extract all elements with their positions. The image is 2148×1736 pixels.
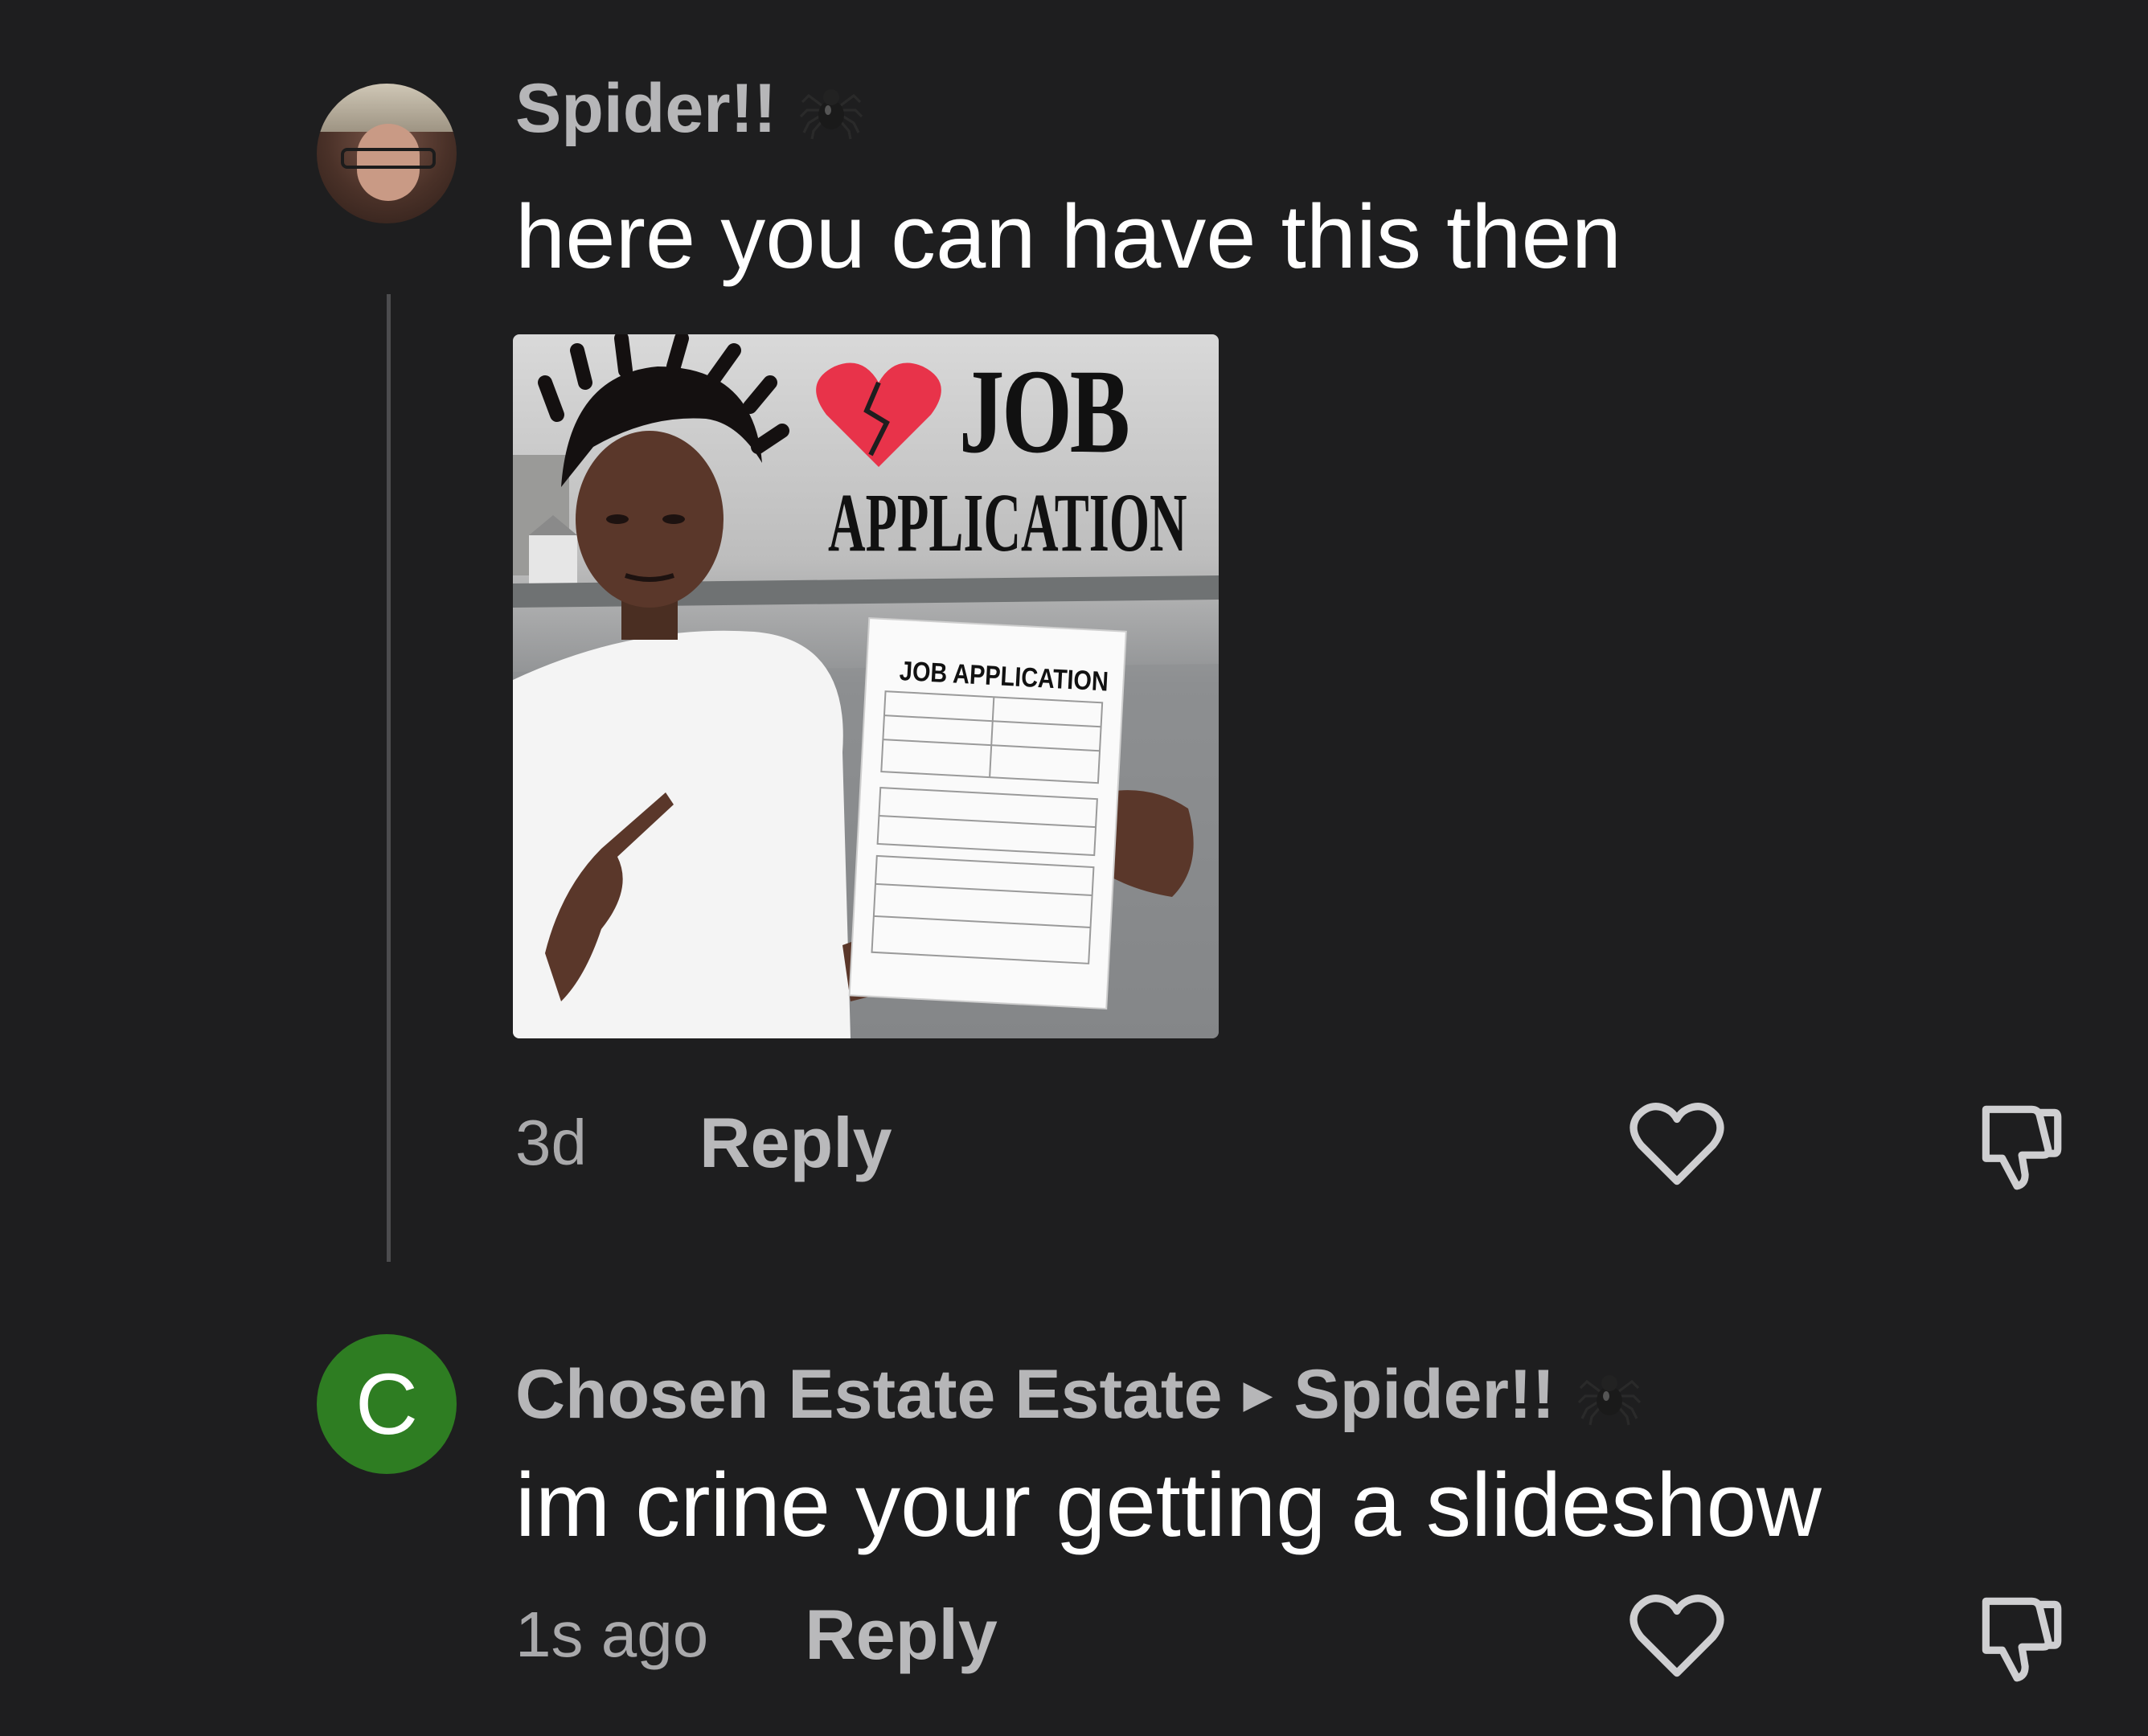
- username[interactable]: Spider!!: [515, 69, 777, 149]
- spider-icon: [799, 76, 863, 141]
- comment-text: here you can have this then: [515, 186, 1622, 287]
- timestamp: 1s ago: [515, 1599, 709, 1670]
- comment-spider: Spider!! here you can have this then JOB…: [0, 0, 2148, 1270]
- comment-header: Chosen Estate Estate ▶ Spider!!: [515, 1356, 1642, 1433]
- avatar[interactable]: [317, 84, 457, 223]
- comment-meta: 1s ago Reply: [515, 1595, 998, 1675]
- spider-icon: [1577, 1362, 1642, 1427]
- play-arrow-icon: ▶: [1243, 1374, 1273, 1416]
- reply-to-username[interactable]: Spider!!: [1293, 1355, 1555, 1435]
- comment-text: im crine your getting a slideshow: [515, 1455, 1822, 1555]
- reply-button[interactable]: Reply: [699, 1102, 892, 1184]
- comment-chosen-estate: C Chosen Estate Estate ▶ Spider!! im cri…: [0, 1270, 2148, 1736]
- attachment-image[interactable]: JOB APPLICATION JOB APPLICATION: [513, 334, 1219, 1038]
- thumbs-down-icon[interactable]: [1966, 1585, 2071, 1689]
- heart-icon[interactable]: [1625, 1585, 1729, 1689]
- timestamp: 3d: [515, 1107, 587, 1178]
- reply-button[interactable]: Reply: [805, 1594, 998, 1676]
- username[interactable]: Chosen Estate Estate: [515, 1355, 1222, 1435]
- comment-meta: 3d Reply: [515, 1103, 892, 1183]
- heart-icon[interactable]: [1625, 1093, 1729, 1198]
- thumbs-down-icon[interactable]: [1966, 1093, 2071, 1198]
- attachment-headline-2: APPLICATION: [828, 477, 1187, 569]
- comment-header: Spider!!: [515, 70, 863, 147]
- attachment-headline-1: JOB: [959, 345, 1130, 478]
- avatar[interactable]: C: [317, 1334, 457, 1474]
- thread-line: [387, 294, 391, 1262]
